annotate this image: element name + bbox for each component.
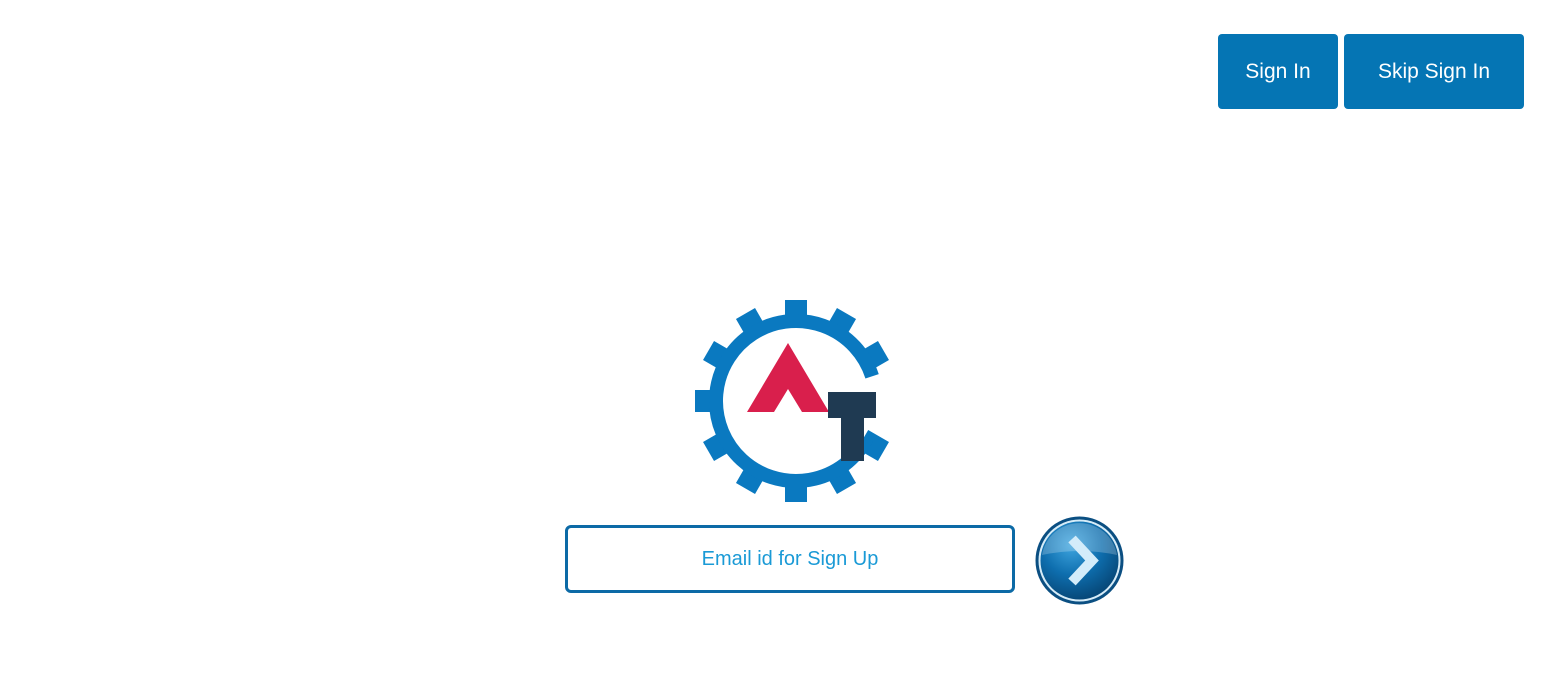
sign-in-button[interactable]: Sign In [1218, 34, 1338, 109]
email-signup-input[interactable] [565, 525, 1015, 593]
gear-at-logo-icon [695, 300, 889, 502]
chevron-right-icon [1035, 516, 1124, 605]
skip-sign-in-button[interactable]: Skip Sign In [1344, 34, 1524, 109]
header-actions: Sign In Skip Sign In [1218, 34, 1524, 109]
signup-page: Sign In Skip Sign In [0, 0, 1554, 680]
logo-letter-a [747, 343, 829, 412]
submit-signup-button[interactable] [1034, 515, 1125, 606]
